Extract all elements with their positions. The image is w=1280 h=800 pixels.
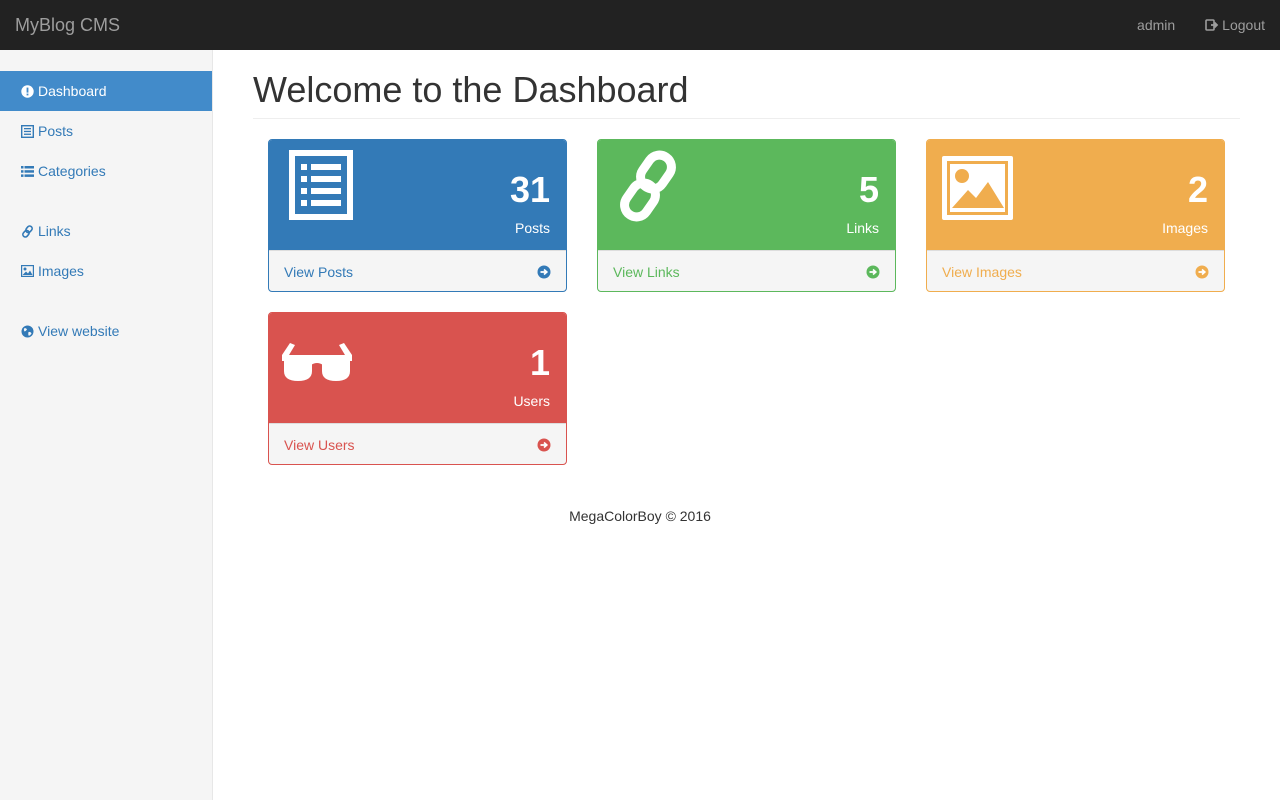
title-divider bbox=[253, 118, 1240, 119]
posts-label: Posts bbox=[514, 220, 550, 236]
list-alt-icon bbox=[20, 124, 34, 138]
sidebar-item-images[interactable]: Images bbox=[0, 251, 212, 291]
images-panel: 2 Images View Images bbox=[926, 139, 1225, 292]
users-panel: 1 Users View Users bbox=[268, 312, 567, 465]
arrow-circle-right-icon bbox=[537, 438, 551, 451]
sidebar-item-view-website[interactable]: View website bbox=[0, 311, 212, 351]
view-images-label: View Images bbox=[942, 263, 1022, 280]
users-count: 1 bbox=[529, 342, 550, 383]
sidebar-item-label: Dashboard bbox=[38, 83, 107, 99]
view-posts-label: View Posts bbox=[284, 263, 353, 280]
view-links-link[interactable]: View Links bbox=[598, 250, 895, 291]
exclamation-circle-icon bbox=[20, 84, 34, 98]
main-content: Welcome to the Dashboard 31 Posts View P… bbox=[213, 50, 1280, 800]
page-title: Welcome to the Dashboard bbox=[253, 69, 689, 110]
images-count: 2 bbox=[1187, 169, 1208, 210]
link-icon bbox=[614, 148, 684, 227]
page-footer: MegaColorBoy © 2016 bbox=[569, 508, 711, 524]
view-users-label: View Users bbox=[284, 436, 355, 453]
sunglasses-icon bbox=[280, 341, 354, 386]
posts-panel: 31 Posts View Posts bbox=[268, 139, 567, 292]
panel-heading: 1 Users bbox=[269, 313, 566, 423]
navbar-right: admin Logout bbox=[1137, 0, 1280, 50]
view-posts-link[interactable]: View Posts bbox=[269, 250, 566, 291]
sidebar-item-categories[interactable]: Categories bbox=[0, 151, 212, 191]
view-links-label: View Links bbox=[613, 263, 680, 280]
sidebar-item-label: Images bbox=[38, 263, 84, 279]
picture-icon bbox=[20, 264, 34, 278]
images-label: Images bbox=[1162, 220, 1208, 236]
arrow-circle-right-icon bbox=[537, 265, 551, 278]
brand-link[interactable]: MyBlog CMS bbox=[15, 14, 120, 36]
view-users-link[interactable]: View Users bbox=[269, 423, 566, 464]
sidebar-item-posts[interactable]: Posts bbox=[0, 111, 212, 151]
view-images-link[interactable]: View Images bbox=[927, 250, 1224, 291]
users-label: Users bbox=[513, 393, 550, 409]
picture-icon bbox=[942, 156, 1013, 223]
links-count: 5 bbox=[858, 169, 879, 210]
logout-icon bbox=[1205, 19, 1219, 31]
posts-count: 31 bbox=[509, 169, 550, 210]
logout-label: Logout bbox=[1222, 17, 1265, 33]
list-icon bbox=[20, 164, 34, 178]
link-icon bbox=[20, 224, 34, 238]
list-alt-icon bbox=[289, 150, 353, 223]
top-navbar: MyBlog CMS admin Logout bbox=[0, 0, 1280, 50]
sidebar-item-links[interactable]: Links bbox=[0, 211, 212, 251]
sidebar-item-label: Categories bbox=[38, 163, 106, 179]
links-panel: 5 Links View Links bbox=[597, 139, 896, 292]
links-label: Links bbox=[846, 220, 879, 236]
logout-link[interactable]: Logout bbox=[1205, 15, 1265, 35]
arrow-circle-right-icon bbox=[866, 265, 880, 278]
sidebar-item-label: Links bbox=[38, 223, 71, 239]
sidebar-item-label: Posts bbox=[38, 123, 74, 139]
arrow-circle-right-icon bbox=[1195, 265, 1209, 278]
user-link[interactable]: admin bbox=[1137, 15, 1175, 35]
panel-heading: 31 Posts bbox=[269, 140, 566, 250]
panel-heading: 2 Images bbox=[927, 140, 1224, 250]
globe-icon bbox=[20, 324, 34, 338]
sidebar-item-dashboard[interactable]: Dashboard bbox=[0, 71, 212, 111]
sidebar-item-label: View website bbox=[38, 323, 120, 339]
sidebar: Dashboard Posts Categories Links Images … bbox=[0, 50, 213, 800]
panel-heading: 5 Links bbox=[598, 140, 895, 250]
